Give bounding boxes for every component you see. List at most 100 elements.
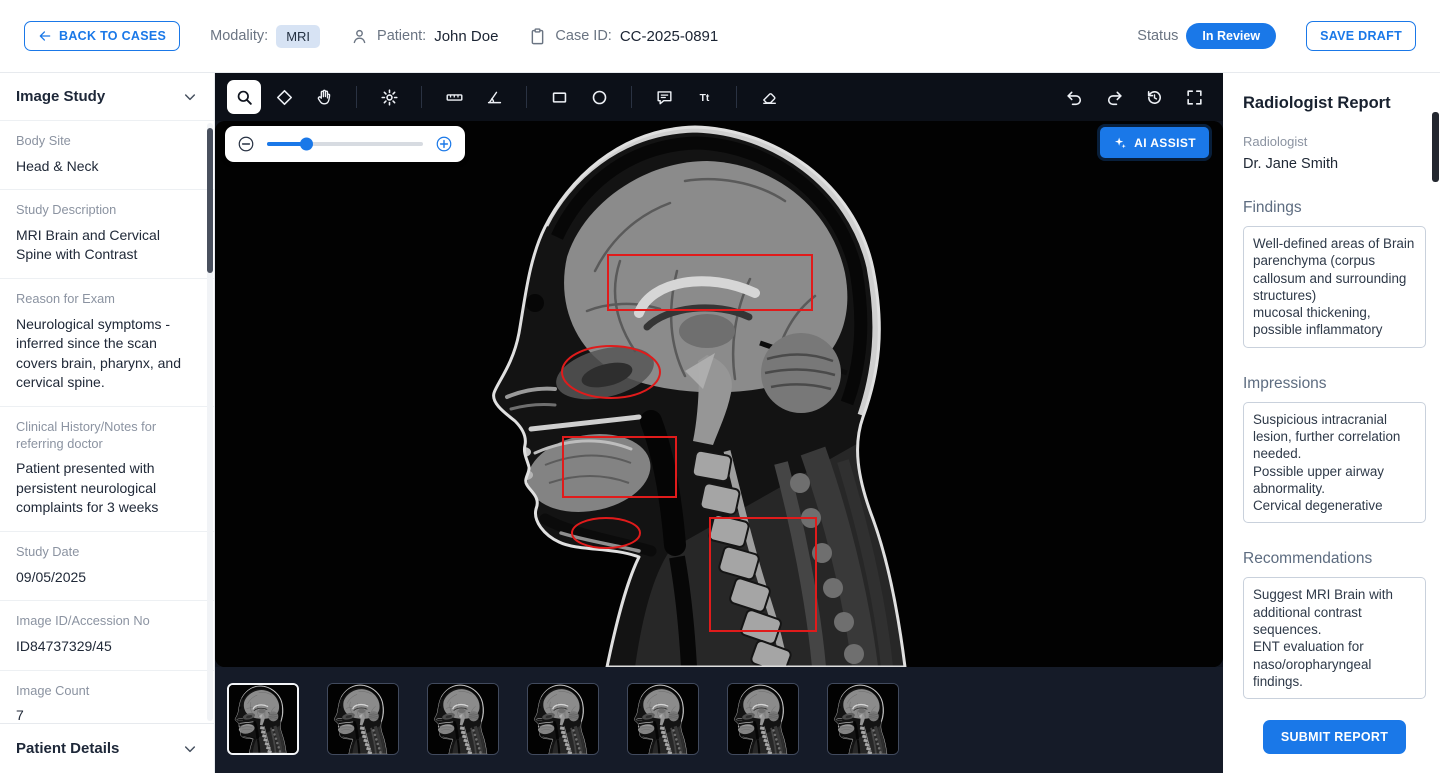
- thumbnail-image: [428, 684, 498, 754]
- zoom-out-button[interactable]: [235, 133, 257, 155]
- ellipse-icon: [590, 88, 609, 107]
- case-id-value: CC-2025-0891: [620, 28, 718, 45]
- back-to-cases-label: BACK TO CASES: [59, 29, 166, 43]
- mri-image: [215, 121, 1223, 667]
- undo-icon: [1065, 88, 1084, 107]
- viewer: AI ASSIST: [215, 73, 1223, 773]
- page-scrollbar[interactable]: [1432, 112, 1439, 182]
- tool-search-button[interactable]: [227, 80, 261, 114]
- reset-icon: [1145, 88, 1164, 107]
- tool-text-button[interactable]: [687, 80, 721, 114]
- thumbnail-image: [229, 685, 297, 753]
- field-value: 7: [16, 706, 198, 723]
- fullscreen-icon: [1185, 88, 1204, 107]
- image-canvas[interactable]: AI ASSIST: [215, 121, 1223, 667]
- tool-settings-button[interactable]: [372, 80, 406, 114]
- patient-icon: [350, 27, 369, 46]
- zoom-slider-thumb[interactable]: [300, 138, 313, 151]
- radiologist-label: Radiologist: [1243, 134, 1426, 149]
- thumbnail-image: [828, 684, 898, 754]
- thumbnail-3[interactable]: [427, 683, 499, 755]
- patient-group: Patient: John Doe: [350, 27, 498, 46]
- thumbnail-7[interactable]: [827, 683, 899, 755]
- sparkle-icon: [1113, 136, 1127, 150]
- field-value: Head & Neck: [16, 157, 198, 177]
- thumbnail-6[interactable]: [727, 683, 799, 755]
- report-section: Impressions Suspicious intracranial lesi…: [1243, 375, 1426, 524]
- ruler-icon: [445, 88, 464, 107]
- ai-assist-button[interactable]: AI ASSIST: [1100, 127, 1209, 158]
- tool-angle-button[interactable]: [477, 80, 511, 114]
- field-value: MRI Brain and Cervical Spine with Contra…: [16, 226, 198, 265]
- save-draft-button[interactable]: SAVE DRAFT: [1306, 21, 1416, 51]
- modality-badge: MRI: [276, 25, 320, 48]
- sidebar-scrollbar[interactable]: [207, 128, 213, 273]
- tool-undo-button[interactable]: [1057, 80, 1091, 114]
- study-field: Study Date 09/05/2025: [0, 532, 214, 601]
- field-label: Image ID/Accession No: [16, 613, 198, 630]
- report-textarea[interactable]: Suspicious intracranial lesion, further …: [1243, 402, 1426, 524]
- thumbnail-image: [328, 684, 398, 754]
- toolbar-divider: [421, 86, 422, 108]
- toolbar-right-group: [1057, 80, 1211, 114]
- toolbar-divider: [631, 86, 632, 108]
- move-icon: [275, 88, 294, 107]
- tool-ruler-button[interactable]: [437, 80, 471, 114]
- image-study-title: Image Study: [16, 88, 105, 105]
- redo-icon: [1105, 88, 1124, 107]
- tool-rect-button[interactable]: [542, 80, 576, 114]
- field-value: 09/05/2025: [16, 568, 198, 588]
- tool-redo-button[interactable]: [1097, 80, 1131, 114]
- tool-ellipse-button[interactable]: [582, 80, 616, 114]
- status-label: Status: [1137, 28, 1178, 44]
- patient-details-header[interactable]: Patient Details: [0, 723, 214, 773]
- status-group: Status In Review: [1137, 23, 1276, 49]
- tool-comment-button[interactable]: [647, 80, 681, 114]
- report-section-title: Recommendations: [1243, 550, 1426, 568]
- plus-circle-icon: [435, 135, 453, 153]
- back-arrow-icon: [38, 29, 52, 43]
- tool-pan-button[interactable]: [307, 80, 341, 114]
- toolbar-divider: [736, 86, 737, 108]
- thumbnail-image: [628, 684, 698, 754]
- tool-eraser-button[interactable]: [752, 80, 786, 114]
- thumbnail-2[interactable]: [327, 683, 399, 755]
- zoom-slider[interactable]: [267, 142, 423, 146]
- field-label: Reason for Exam: [16, 291, 198, 308]
- tool-move-button[interactable]: [267, 80, 301, 114]
- tool-reset-button[interactable]: [1137, 80, 1171, 114]
- study-field: Clinical History/Notes for referring doc…: [0, 407, 214, 532]
- report-textarea[interactable]: Suggest MRI Brain with additional contra…: [1243, 577, 1426, 699]
- thumbnail-4[interactable]: [527, 683, 599, 755]
- report-section-title: Findings: [1243, 199, 1426, 217]
- thumbnail-image: [528, 684, 598, 754]
- status-badge: In Review: [1186, 23, 1276, 49]
- case-id-label: Case ID:: [555, 28, 611, 44]
- thumbnail-strip: [215, 667, 1223, 773]
- toolbar-divider: [526, 86, 527, 108]
- submit-report-button[interactable]: SUBMIT REPORT: [1263, 720, 1406, 754]
- study-field: Body Site Head & Neck: [0, 121, 214, 190]
- study-field: Image Count 7: [0, 671, 214, 724]
- report-textarea[interactable]: Well-defined areas of Brain parenchyma (…: [1243, 226, 1426, 348]
- clipboard-icon: [528, 27, 547, 46]
- comment-icon: [655, 88, 674, 107]
- report-section-title: Impressions: [1243, 375, 1426, 393]
- thumbnail-5[interactable]: [627, 683, 699, 755]
- patient-label: Patient:: [377, 28, 426, 44]
- rect-icon: [550, 88, 569, 107]
- chevron-down-icon: [182, 741, 198, 757]
- tool-fullscreen-button[interactable]: [1177, 80, 1211, 114]
- field-label: Image Count: [16, 683, 198, 700]
- image-study-header[interactable]: Image Study: [0, 73, 214, 121]
- study-field: Study Description MRI Brain and Cervical…: [0, 190, 214, 279]
- field-label: Study Date: [16, 544, 198, 561]
- back-to-cases-button[interactable]: BACK TO CASES: [24, 21, 180, 51]
- app-root: BACK TO CASES Modality: MRI Patient: Joh…: [0, 0, 1440, 773]
- report-panel: Radiologist Report Radiologist Dr. Jane …: [1223, 73, 1440, 773]
- study-field: Reason for Exam Neurological symptoms - …: [0, 279, 214, 407]
- ai-assist-label: AI ASSIST: [1134, 136, 1196, 150]
- zoom-in-button[interactable]: [433, 133, 455, 155]
- field-value: Neurological symptoms - inferred since t…: [16, 315, 198, 393]
- thumbnail-1[interactable]: [227, 683, 299, 755]
